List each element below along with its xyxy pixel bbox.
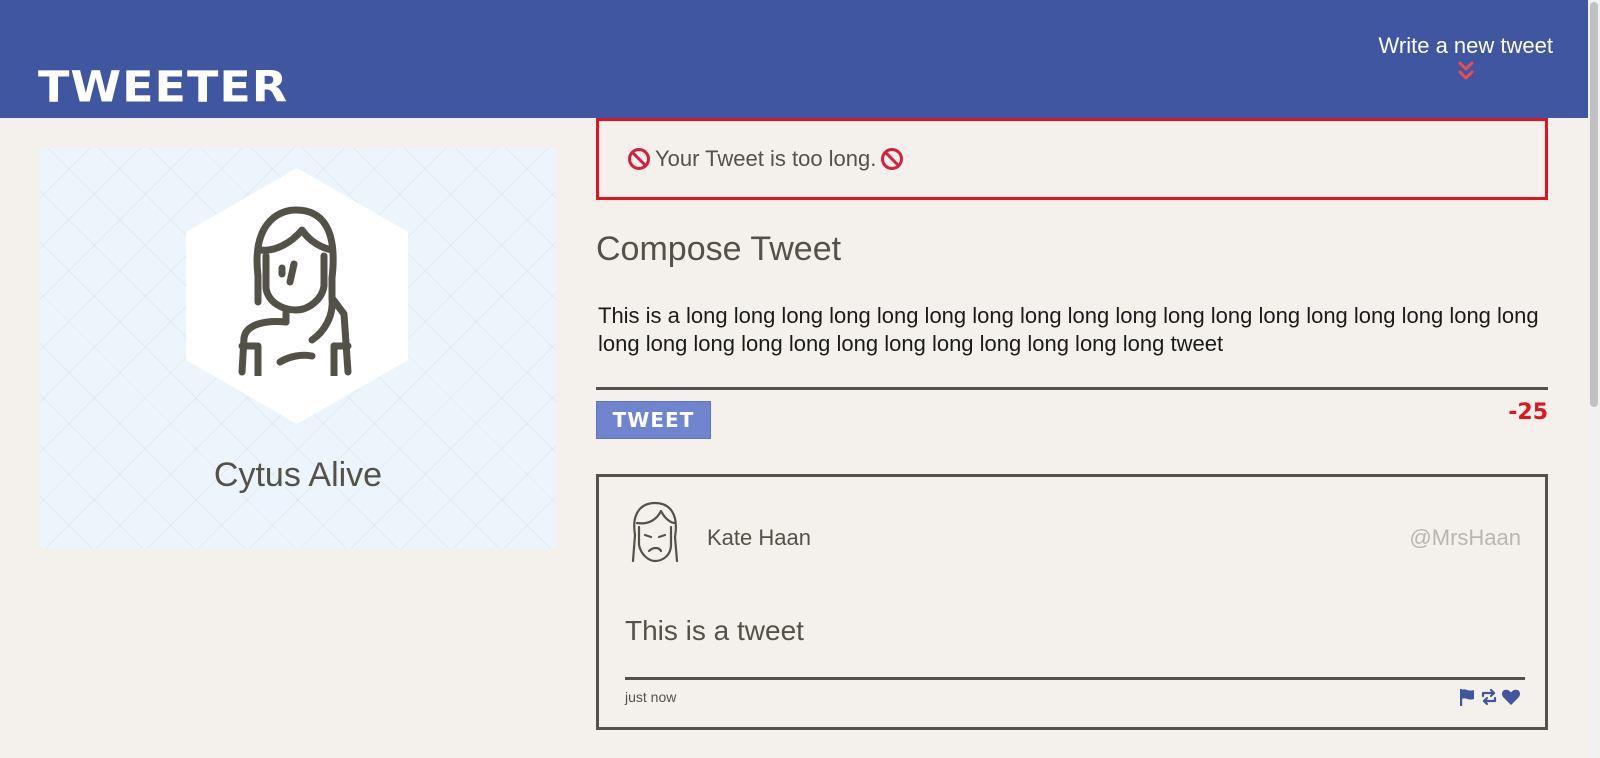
brand-logo: TWEETER — [38, 62, 289, 112]
error-banner: Your Tweet is too long. — [596, 118, 1548, 200]
write-new-tweet-button[interactable]: Write a new tweet — [1379, 33, 1553, 81]
character-counter: -25 — [1508, 400, 1548, 425]
flag-icon[interactable] — [1457, 687, 1477, 707]
error-message: Your Tweet is too long. — [655, 146, 877, 171]
woman-avatar-icon — [631, 501, 679, 563]
retweet-icon[interactable] — [1479, 687, 1499, 707]
heart-icon[interactable] — [1501, 687, 1521, 707]
tweet-textarea[interactable]: This is a long long long long long long … — [598, 302, 1548, 358]
tweet-content: This is a tweet — [625, 615, 804, 646]
profile-card: Cytus Alive — [40, 148, 556, 548]
tweet-handle: @MrsHaan — [1409, 525, 1521, 550]
write-new-tweet-label: Write a new tweet — [1378, 33, 1553, 58]
woman-avatar-icon — [238, 206, 352, 376]
tweet-actions — [1457, 687, 1521, 707]
tweet-divider — [625, 677, 1525, 680]
textarea-underline — [596, 387, 1548, 390]
profile-name: Cytus Alive — [213, 456, 383, 494]
page-scrollbar[interactable] — [1588, 0, 1600, 758]
tweet-card: Kate Haan @MrsHaan This is a tweet just … — [596, 474, 1548, 730]
ban-icon — [628, 148, 650, 170]
top-nav: TWEETER Write a new tweet — [0, 0, 1588, 118]
tweet-timestamp: just now — [625, 689, 677, 705]
ban-icon — [881, 148, 904, 170]
tweet-author-name: Kate Haan — [707, 525, 811, 550]
scrollbar-thumb[interactable] — [1590, 2, 1598, 407]
tweet-submit-button[interactable]: TWEET — [596, 401, 711, 439]
compose-title: Compose Tweet — [596, 230, 842, 268]
avatar-hexagon — [186, 168, 408, 424]
double-chevron-down-icon — [1458, 61, 1474, 80]
